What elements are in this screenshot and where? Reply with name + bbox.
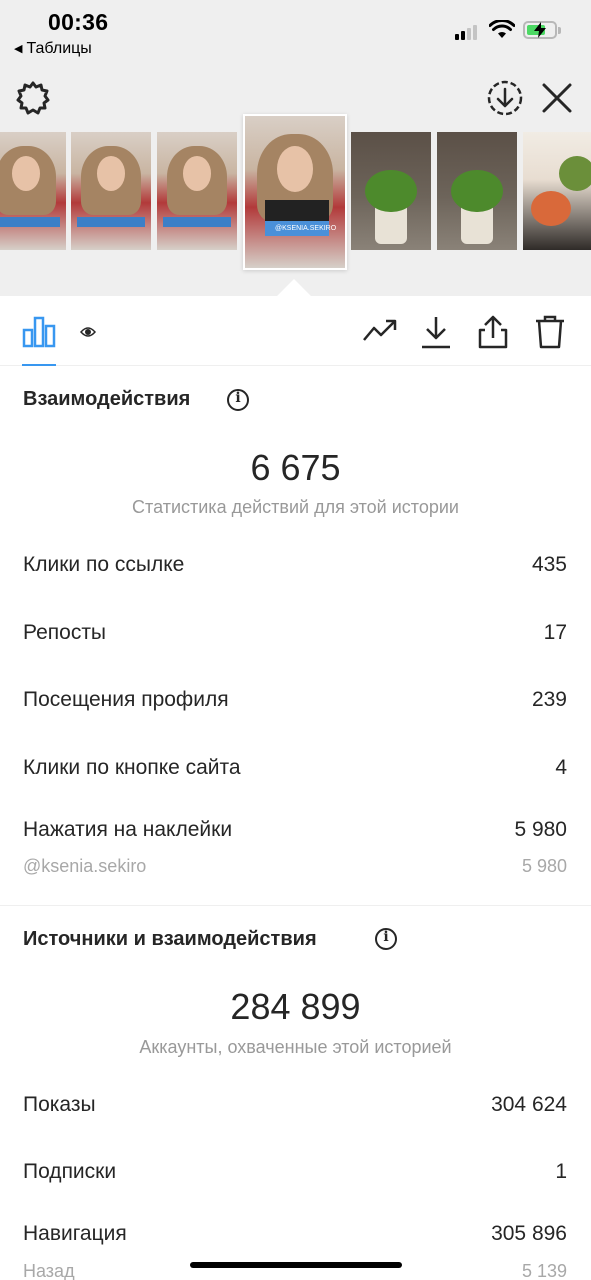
download-icon[interactable] bbox=[420, 314, 452, 350]
back-app-label: Таблицы bbox=[26, 40, 92, 57]
insights-tab-bar bbox=[0, 296, 591, 366]
stat-value-follows: 1 bbox=[555, 1160, 567, 1183]
bar-chart-icon[interactable] bbox=[22, 314, 56, 348]
stat-value-navigation: 305 896 bbox=[491, 1222, 567, 1245]
stat-value-link-clicks: 435 bbox=[531, 553, 567, 576]
reach-total: 284 899 bbox=[230, 986, 361, 1027]
story-thumbnail[interactable] bbox=[157, 132, 237, 250]
active-tab-indicator bbox=[22, 364, 56, 366]
battery-charging-icon bbox=[523, 21, 561, 39]
story-thumbnail-strip: @KSENIA.SEKIRO bbox=[0, 114, 591, 274]
sticker-mention-label[interactable]: @ksenia.sekiro bbox=[23, 856, 146, 877]
stat-label-website-clicks: Клики по кнопке сайта bbox=[23, 756, 241, 779]
nav-back-value: 5 139 bbox=[521, 1261, 567, 1280]
stat-label-follows: Подписки bbox=[23, 1160, 117, 1183]
section-divider bbox=[0, 905, 591, 906]
download-circle-icon[interactable] bbox=[486, 79, 524, 117]
stat-label-impressions: Показы bbox=[23, 1093, 96, 1116]
story-thumbnail[interactable] bbox=[437, 132, 517, 250]
stat-label-profile-visits: Посещения профиля bbox=[23, 688, 229, 711]
interactions-subtitle: Статистика действий для этой истории bbox=[132, 497, 459, 517]
status-bar: 00:36 ◀ Таблицы bbox=[0, 0, 591, 70]
close-icon[interactable] bbox=[540, 81, 574, 115]
story-thumbnail[interactable] bbox=[351, 132, 431, 250]
eye-icon[interactable] bbox=[80, 326, 96, 338]
stat-value-profile-visits: 239 bbox=[531, 688, 567, 711]
stat-value-impressions: 304 624 bbox=[491, 1093, 567, 1116]
story-thumbnail-selected[interactable]: @KSENIA.SEKIRO bbox=[243, 114, 347, 270]
interactions-total: 6 675 bbox=[250, 447, 341, 488]
story-sticker-caption: @KSENIA.SEKIRO bbox=[275, 225, 337, 233]
stat-value-website-clicks: 4 bbox=[555, 756, 567, 779]
triangle-left-icon: ◀ bbox=[14, 43, 23, 55]
share-icon[interactable] bbox=[477, 314, 509, 350]
reach-subtitle: Аккаунты, охваченные этой историей bbox=[139, 1037, 452, 1057]
home-indicator[interactable] bbox=[190, 1262, 402, 1268]
interactions-title: Взаимодействия bbox=[23, 388, 191, 410]
discovery-title: Источники и взаимодействия bbox=[23, 928, 317, 950]
gear-icon[interactable] bbox=[15, 80, 51, 116]
stat-label-reposts: Репосты bbox=[23, 621, 107, 644]
stat-value-sticker-taps: 5 980 bbox=[514, 818, 567, 841]
trash-icon[interactable] bbox=[534, 314, 566, 350]
nav-back-label: Назад bbox=[23, 1261, 75, 1280]
story-thumbnail[interactable] bbox=[0, 132, 66, 250]
sticker-mention-value: 5 980 bbox=[521, 856, 567, 876]
wifi-icon bbox=[489, 20, 515, 38]
stat-value-reposts: 17 bbox=[543, 621, 567, 644]
trending-up-icon[interactable] bbox=[362, 314, 398, 348]
stat-label-navigation: Навигация bbox=[23, 1222, 127, 1245]
back-to-app-link[interactable]: ◀ Таблицы bbox=[14, 40, 92, 58]
story-thumbnail[interactable] bbox=[523, 132, 591, 250]
stat-label-link-clicks: Клики по ссылке bbox=[23, 553, 185, 576]
status-time: 00:36 bbox=[48, 9, 109, 35]
cellular-signal-icon bbox=[455, 24, 481, 40]
info-icon[interactable] bbox=[227, 389, 249, 411]
stat-label-sticker-taps: Нажатия на наклейки bbox=[23, 818, 233, 841]
story-thumbnail[interactable] bbox=[71, 132, 151, 250]
info-icon[interactable] bbox=[375, 928, 397, 950]
